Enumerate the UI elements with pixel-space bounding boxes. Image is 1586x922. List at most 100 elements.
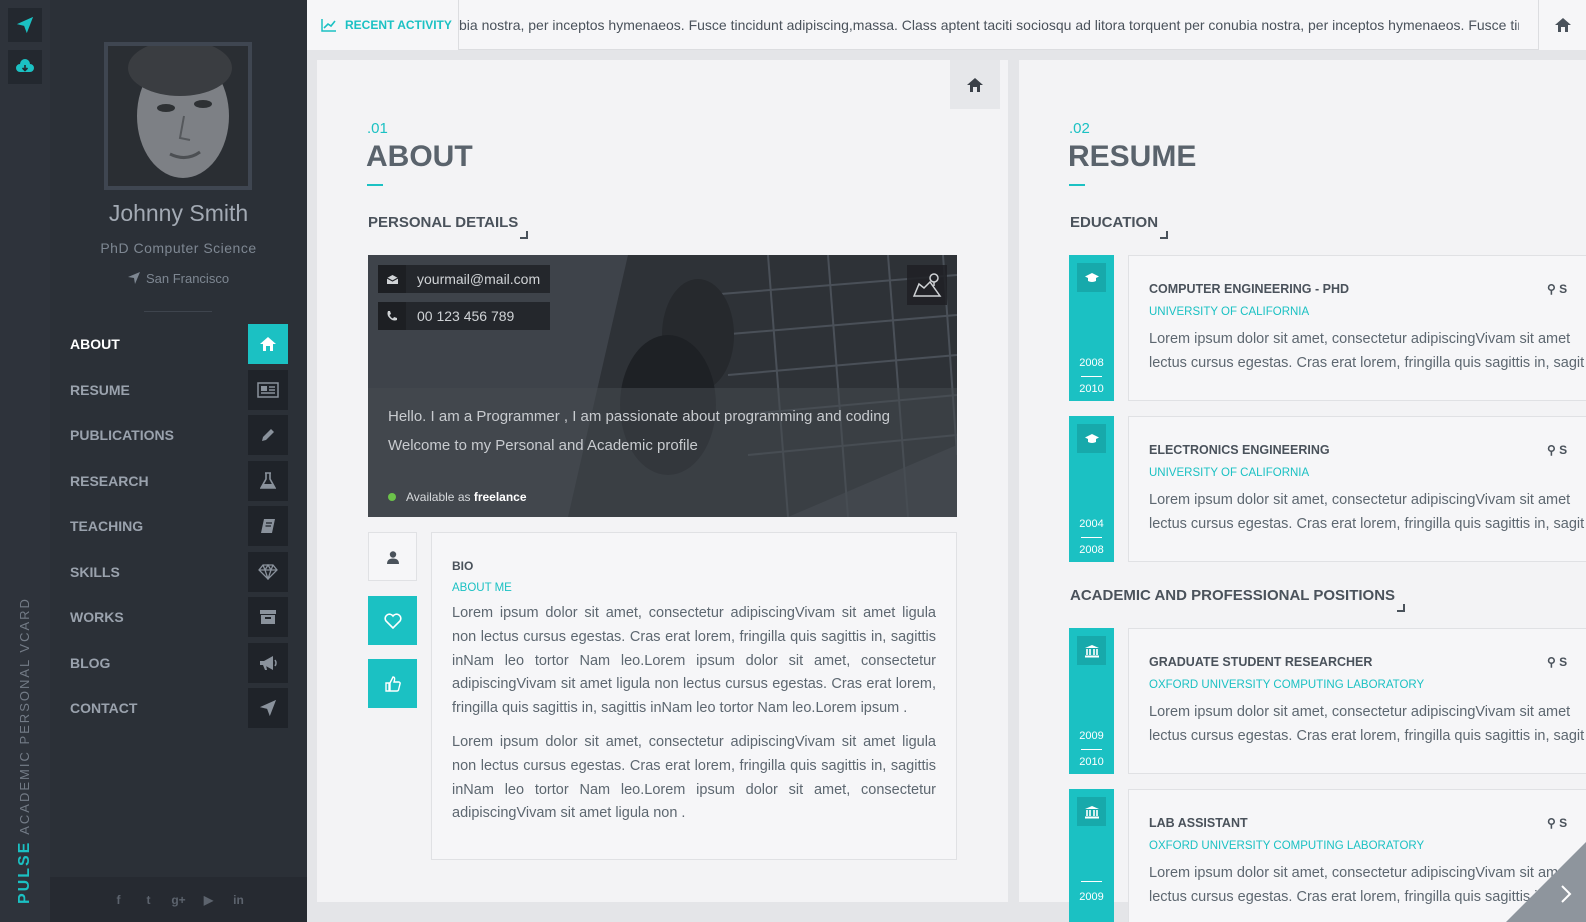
nav-item-blog[interactable]: BLOG [70,643,288,683]
like-button[interactable] [368,659,417,708]
entry-org: OXFORD UNIVERSITY COMPUTING LABORATORY [1149,840,1425,852]
bio-paragraph-2: Lorem ipsum dolor sit amet, consectetur … [452,733,936,822]
year-separator [1081,881,1102,882]
availability-status: Available as freelance [388,490,527,504]
chevron-right-icon[interactable] [1556,884,1576,904]
location-arrow-icon [127,272,140,284]
recent-activity-ticker: bia nostra, per inceptos hymenaeos. Fusc… [459,17,1519,33]
nav-label: ABOUT [70,336,120,352]
youtube-icon[interactable]: ▶ [199,890,219,910]
thumbs-up-icon [384,675,401,692]
title-underline [367,184,383,186]
line-chart-icon [321,19,336,32]
education-card: ELECTRONICS ENGINEERING ⚲ S UNIVERSITY O… [1128,416,1586,562]
twitter-icon[interactable]: t [139,890,159,910]
icon-rail: PULSE ACADEMIC PERSONAL VCARD [0,0,50,922]
location-text: San Francisco [145,271,230,286]
page-title: ABOUT [366,140,473,173]
user-tab[interactable] [368,532,417,581]
phone-chip[interactable]: 00 123 456 789 [378,302,550,330]
nav-item-contact[interactable]: CONTACT [70,688,288,728]
laptop-photo [368,255,957,517]
nav-label: WORKS [70,609,124,625]
year-separator [1081,749,1102,750]
nav-label: BLOG [70,655,111,671]
education-heading: EDUCATION [1070,214,1169,239]
bio-subtitle: ABOUT ME [452,582,512,594]
avatar [104,42,252,190]
timeline-marker: 2009 [1069,789,1114,922]
entry-title: GRADUATE STUDENT RESEARCHER [1149,655,1373,669]
top-bar: bia nostra, per inceptos hymenaeos. Fusc… [307,0,1586,50]
availability-prefix: Available as [406,490,474,504]
paper-plane-icon [16,16,34,34]
paper-plane-icon [248,688,288,728]
brand-vertical: PULSE ACADEMIC PERSONAL VCARD [6,597,46,904]
linkedin-icon[interactable]: in [229,890,249,910]
nav-item-about[interactable]: ABOUT [70,324,288,364]
personal-details-heading: PERSONAL DETAILS [368,214,529,239]
institution-icon [1077,636,1106,665]
section-number: .02 [1069,120,1090,137]
email-text: yourmail@mail.com [417,271,541,287]
bio-paragraph-1: Lorem ipsum dolor sit amet, consectetur … [452,605,936,717]
diamond-icon [248,552,288,592]
top-home-button[interactable] [1538,0,1586,50]
home-icon [248,324,288,364]
pencil-icon [248,415,288,455]
map-marker-icon [912,273,942,297]
entry-location: ⚲ S [1547,816,1568,830]
heart-icon [383,612,402,629]
profile-name: Johnny Smith [108,200,249,226]
entry-org: OXFORD UNIVERSITY COMPUTING LABORATORY [1149,679,1425,691]
year-to: 2010 [1079,756,1104,768]
entry-location: ⚲ S [1547,443,1568,457]
heading-text: ACADEMIC AND PROFESSIONAL POSITIONS [1070,587,1396,604]
home-icon [967,77,983,92]
nav-label: SKILLS [70,564,120,580]
section-number: .01 [367,120,388,137]
heart-button[interactable] [368,596,417,645]
resume-title: RESUME [1068,140,1197,173]
home-icon [1554,18,1571,32]
entry-title: COMPUTER ENGINEERING - PHD [1149,282,1350,296]
cloud-download-icon [16,59,34,72]
recent-activity-label: RECENT ACTIVITY [307,0,459,50]
sidebar: Johnny Smith PhD Computer Science San Fr… [50,0,307,922]
paper-plane-rail-button[interactable] [8,8,42,42]
entry-location: ⚲ S [1547,655,1568,669]
nav-item-works[interactable]: WORKS [70,597,288,637]
facebook-icon[interactable]: f [109,890,129,910]
map-button[interactable] [907,265,947,305]
email-chip[interactable]: yourmail@mail.com [378,265,550,293]
recent-activity-text: RECENT ACTIVITY [345,18,452,32]
timeline-marker: 2004 2008 [1069,416,1114,562]
title-underline [1069,184,1085,186]
next-page-corner[interactable] [1506,842,1586,922]
cloud-download-rail-button[interactable] [8,50,42,84]
nav-label: TEACHING [70,518,144,534]
archive-icon [248,597,288,637]
nav-item-research[interactable]: RESEARCH [70,461,288,501]
profile-title: PhD Computer Science [100,240,257,256]
positions-heading: ACADEMIC AND PROFESSIONAL POSITIONS [1070,587,1406,612]
google-plus-icon[interactable]: g+ [169,890,189,910]
entry-location: ⚲ S [1547,282,1568,296]
user-icon [386,550,399,564]
nav-label: RESUME [70,382,130,398]
graduation-cap-icon [1077,263,1106,292]
status-dot [388,493,396,501]
position-card: GRADUATE STUDENT RESEARCHER ⚲ S OXFORD U… [1128,628,1586,774]
nav-item-skills[interactable]: SKILLS [70,552,288,592]
brand-tagline: ACADEMIC PERSONAL VCARD [17,597,32,835]
year-to: 2010 [1079,383,1104,395]
profile-location: San Francisco [50,271,307,286]
personal-details-hero: yourmail@mail.com 00 123 456 789 Hello. … [368,255,957,517]
nav-item-publications[interactable]: PUBLICATIONS [70,415,288,455]
year-to: 2008 [1079,544,1104,556]
nav-item-teaching[interactable]: TEACHING [70,506,288,546]
nav-item-resume[interactable]: RESUME [70,370,288,410]
panel-home-button[interactable] [950,60,1000,109]
bio-title: BIO [452,559,474,573]
envelope-icon [378,265,406,293]
